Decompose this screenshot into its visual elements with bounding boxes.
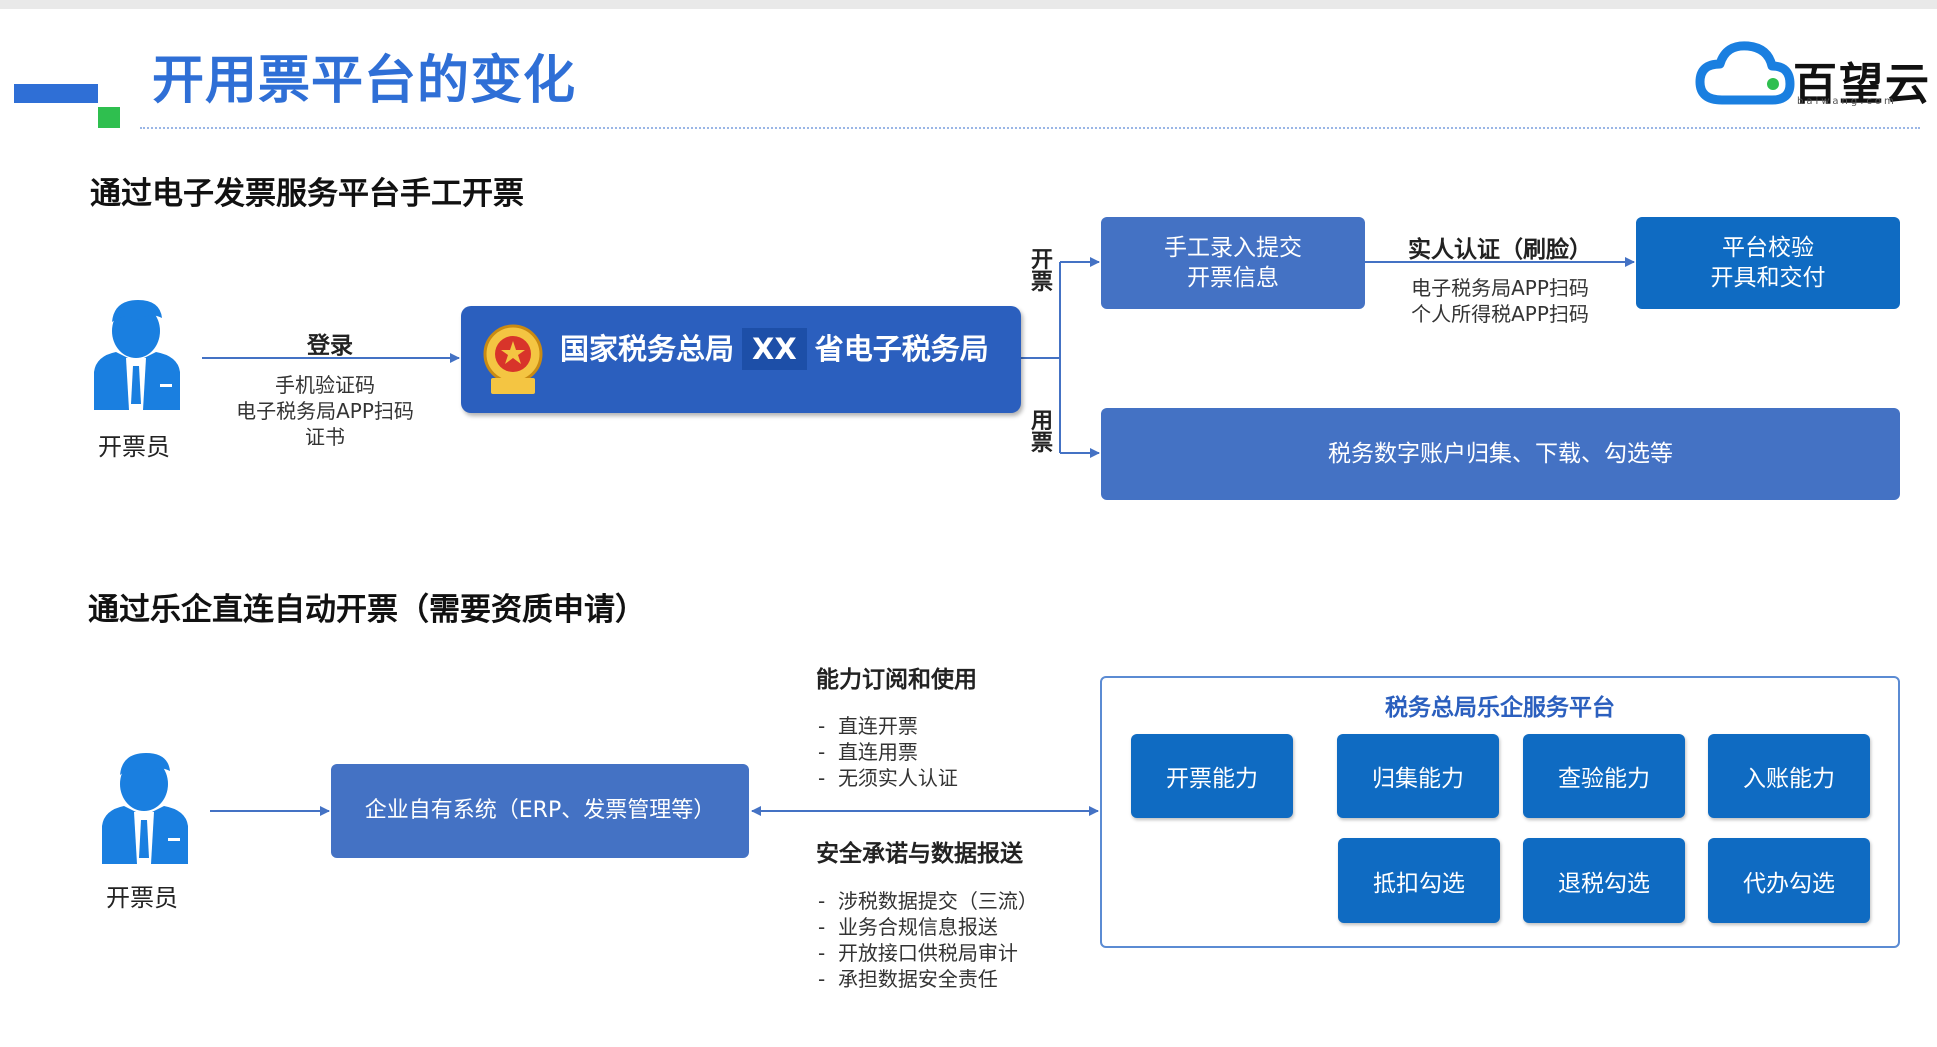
tax-platform-name: 国家税务总局 XX 省电子税务局: [560, 326, 989, 370]
list-item: - 涉税数据提交（三流）: [818, 889, 1038, 913]
actor-label: 开票员: [98, 433, 170, 461]
slide: 开用票平台的变化 百望云 baiwang.com 通过电子发票服务平台手工开票 …: [0, 0, 1937, 1047]
list-item: - 直连用票: [818, 740, 918, 764]
security-title: 安全承诺与数据报送: [816, 841, 1023, 867]
capability-invoicing[interactable]: 开票能力: [1131, 734, 1293, 818]
platform-title: 税务总局乐企服务平台: [1385, 695, 1615, 721]
actor-label: 开票员: [106, 884, 178, 912]
manual-entry-line: 开票信息: [1187, 265, 1279, 291]
tax-digital-account-box[interactable]: 税务数字账户归集、下载、勾选等: [1101, 408, 1900, 500]
list-item: - 承担数据安全责任: [818, 967, 998, 991]
person-icon: [102, 753, 188, 864]
issue-branch-char: 票: [1030, 270, 1053, 295]
login-method: 手机验证码: [275, 373, 375, 397]
manual-entry-box[interactable]: 手工录入提交 开票信息: [1101, 217, 1365, 309]
capability-bookkeeping[interactable]: 入账能力: [1708, 734, 1870, 818]
capability-agent-select[interactable]: 代办勾选: [1708, 838, 1870, 923]
tax-name-left: 国家税务总局: [560, 332, 735, 366]
issue-branch-char: 开: [1030, 248, 1053, 273]
capability-collection[interactable]: 归集能力: [1337, 734, 1499, 818]
auth-method: 电子税务局APP扫码: [1411, 276, 1589, 300]
tax-name-xx: XX: [742, 328, 807, 370]
list-item: - 开放接口供税局审计: [818, 941, 1018, 965]
capability-refund-select[interactable]: 退税勾选: [1523, 838, 1685, 923]
platform-verify-line: 平台校验: [1722, 235, 1814, 261]
use-branch-char: 票: [1030, 431, 1053, 456]
erp-system-box[interactable]: 企业自有系统（ERP、发票管理等）: [331, 764, 749, 858]
platform-verify-line: 开具和交付: [1710, 265, 1826, 291]
manual-entry-line: 手工录入提交: [1164, 235, 1302, 261]
security-list: - 涉税数据提交（三流） - 业务合规信息报送 - 开放接口供税局审计 - 承担…: [818, 888, 1038, 992]
use-branch-char: 用: [1030, 409, 1053, 434]
section2-title: 通过乐企直连自动开票（需要资质申请）: [88, 592, 646, 628]
list-item: - 业务合规信息报送: [818, 915, 998, 939]
real-person-auth-label: 实人认证（刷脸）: [1408, 237, 1592, 263]
use-branch-label: 用 票: [1030, 411, 1054, 455]
login-methods: 手机验证码 电子税务局APP扫码 证书: [210, 372, 440, 450]
tax-emblem-icon: [483, 324, 543, 394]
login-method: 证书: [305, 425, 345, 449]
person-icon: [94, 300, 180, 410]
capability-verification[interactable]: 查验能力: [1523, 734, 1685, 818]
cloud-logo-icon: [1695, 41, 1795, 105]
subscribe-title: 能力订阅和使用: [816, 667, 977, 693]
capability-deduction-select[interactable]: 抵扣勾选: [1338, 838, 1500, 923]
auth-methods: 电子税务局APP扫码 个人所得税APP扫码: [1380, 275, 1620, 327]
issue-branch-label: 开 票: [1030, 250, 1054, 294]
list-item: - 直连开票: [818, 714, 918, 738]
tax-name-right: 省电子税务局: [814, 332, 989, 366]
platform-verify-box[interactable]: 平台校验 开具和交付: [1636, 217, 1900, 309]
login-method: 电子税务局APP扫码: [236, 399, 414, 423]
list-item: - 无须实人认证: [818, 766, 958, 790]
auth-method: 个人所得税APP扫码: [1411, 302, 1589, 326]
brand-domain: baiwang.com: [1797, 96, 1897, 107]
subscribe-list: - 直连开票 - 直连用票 - 无须实人认证: [818, 713, 958, 791]
login-label: 登录: [307, 333, 353, 359]
section1-title: 通过电子发票服务平台手工开票: [90, 176, 524, 212]
